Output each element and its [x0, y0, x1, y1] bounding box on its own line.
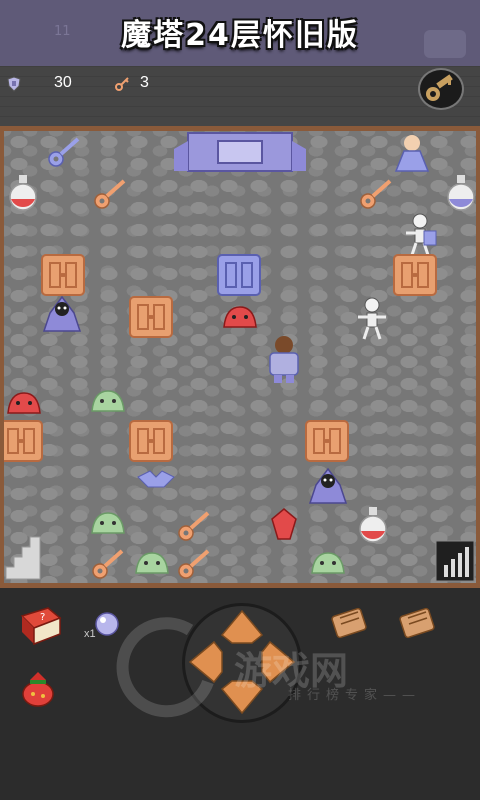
orange-key: [177, 549, 210, 580]
red-gem: [271, 508, 297, 540]
key-tool-button[interactable]: [418, 68, 464, 110]
orange-door: [41, 254, 85, 296]
orb-count: x1: [84, 628, 96, 640]
green-slime: [91, 512, 125, 534]
orange-key: [91, 549, 124, 580]
lucky-bag-icon[interactable]: [18, 668, 58, 708]
orange-key: [93, 179, 126, 210]
board-tiles: [4, 132, 475, 582]
stairs-down[interactable]: [5, 536, 41, 580]
watermark-logo-icon: [116, 617, 214, 718]
monster-book-icon[interactable]: ?: [18, 606, 62, 646]
skeleton: [356, 296, 388, 341]
stairs-up[interactable]: [435, 540, 475, 582]
green-slime: [135, 552, 169, 574]
game-title: 魔塔24层怀旧版: [121, 18, 359, 53]
hero[interactable]: [269, 336, 299, 383]
defense-value: 30: [54, 74, 72, 91]
green-slime: [91, 390, 125, 412]
key-count: 3: [140, 74, 149, 91]
blue-key: [47, 137, 80, 168]
status-bar: [0, 66, 480, 126]
orange-door: [393, 254, 437, 296]
fly-up-scroll-icon[interactable]: [328, 604, 372, 644]
dark-priest: [309, 468, 347, 504]
old-man-npc[interactable]: [394, 135, 430, 172]
shield-icon: [7, 76, 21, 92]
red-slime: [223, 306, 257, 328]
title-banner: 11 魔塔24层怀旧版: [0, 0, 480, 66]
orange-door: [4, 420, 43, 462]
green-slime: [311, 552, 345, 574]
red-slime: [7, 392, 41, 414]
bat: [137, 470, 175, 488]
skeleton-soldier: [404, 212, 437, 257]
blue-door: [217, 254, 261, 296]
red-potion: [9, 174, 37, 211]
orange-key: [177, 511, 210, 542]
altar: [174, 132, 306, 172]
blue-potion: [447, 174, 475, 211]
wrench-key-icon: [426, 74, 453, 101]
dark-priest: [43, 296, 81, 332]
fly-down-scroll-icon[interactable]: [396, 604, 440, 644]
watermark-subtext: 排行榜专家——: [288, 688, 422, 703]
svg-text:?: ?: [40, 612, 45, 623]
orange-door: [129, 296, 173, 338]
orange-key: [359, 179, 392, 210]
orange-door: [129, 420, 173, 462]
red-potion: [359, 506, 387, 543]
key-icon: [115, 77, 129, 91]
game-screen: 11 魔塔24层怀旧版 30 3 ? x1 游戏网 排行榜专家——: [0, 0, 480, 800]
dpad-up-button[interactable]: [220, 609, 264, 644]
game-board[interactable]: [4, 131, 476, 583]
orange-door: [305, 420, 349, 462]
